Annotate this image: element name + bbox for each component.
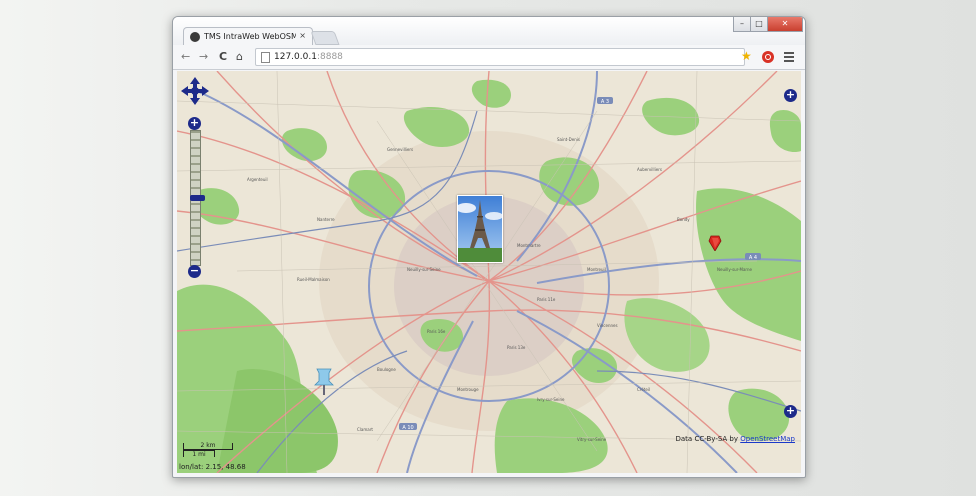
browser-window: TMS IntraWeb WebOSMap × – □ ✕ ← → C ⌂ 12… (172, 16, 806, 478)
forward-icon[interactable]: → (199, 49, 208, 65)
zoom-bar: + − (188, 117, 205, 278)
pan-control-icon[interactable] (181, 77, 209, 105)
road-shield-a4: A 4 (749, 255, 757, 261)
red-marker-icon[interactable] (708, 235, 722, 251)
new-tab-button[interactable] (310, 31, 340, 45)
menu-icon[interactable] (784, 50, 794, 64)
svg-text:Montmartre: Montmartre (517, 243, 541, 248)
url-port: :8888 (316, 52, 343, 62)
zoom-track[interactable] (190, 130, 205, 266)
road-shield-a10: A 10 (402, 425, 413, 431)
svg-text:Saint-Denis: Saint-Denis (557, 137, 580, 142)
back-icon[interactable]: ← (181, 49, 190, 65)
road-shield-a3: A 3 (601, 99, 609, 105)
pushpin-icon[interactable] (313, 365, 335, 395)
svg-text:Créteil: Créteil (637, 387, 650, 392)
url-host: 127.0.0.1 (274, 52, 317, 62)
reload-icon[interactable]: C (219, 49, 227, 65)
eiffel-tower-photo-marker[interactable] (457, 195, 503, 263)
svg-text:Boulogne: Boulogne (377, 367, 396, 372)
extension-icon[interactable] (762, 51, 774, 63)
svg-text:Neuilly-sur-Marne: Neuilly-sur-Marne (717, 267, 753, 272)
svg-text:Paris 11e: Paris 11e (537, 297, 556, 302)
title-bar: TMS IntraWeb WebOSMap × – □ ✕ (173, 17, 805, 46)
openstreetmap-link[interactable]: OpenStreetMap (740, 435, 795, 443)
svg-text:Neuilly-sur-Seine: Neuilly-sur-Seine (407, 267, 441, 272)
svg-text:Ivry-sur-Seine: Ivry-sur-Seine (537, 397, 565, 402)
svg-text:Vitry-sur-Seine: Vitry-sur-Seine (577, 437, 607, 442)
svg-text:Gennevilliers: Gennevilliers (387, 147, 413, 152)
browser-tab[interactable]: TMS IntraWeb WebOSMap × (183, 27, 313, 46)
page-icon (261, 52, 270, 63)
map-view[interactable]: GennevilliersSaint-Denis Paris 17eMontma… (177, 71, 801, 473)
mouse-position: lon/lat: 2.15, 48.68 (179, 463, 246, 471)
zoom-slider-handle[interactable] (190, 195, 205, 201)
tab-title: TMS IntraWeb WebOSMap (204, 32, 296, 41)
svg-text:Aubervilliers: Aubervilliers (637, 167, 662, 172)
map-tiles: GennevilliersSaint-Denis Paris 17eMontma… (177, 71, 801, 473)
overview-map-button[interactable]: + (784, 405, 797, 418)
address-bar[interactable]: 127.0.0.1:8888 (255, 48, 745, 66)
attribution-text: Data CC-By-SA by (675, 435, 741, 443)
url-text: 127.0.0.1:8888 (274, 49, 343, 65)
svg-text:Rueil-Malmaison: Rueil-Malmaison (297, 277, 330, 282)
home-icon[interactable]: ⌂ (236, 49, 243, 65)
map-attribution: Data CC-By-SA by OpenStreetMap (676, 435, 796, 443)
svg-text:Montreuil: Montreuil (587, 267, 606, 272)
svg-text:Paris 16e: Paris 16e (427, 329, 446, 334)
svg-text:Bondy: Bondy (677, 217, 690, 222)
tab-close-button[interactable]: × (299, 31, 306, 40)
bookmark-star-icon[interactable]: ★ (741, 49, 752, 63)
svg-text:Vincennes: Vincennes (597, 323, 618, 328)
browser-toolbar: ← → C ⌂ 127.0.0.1:8888 ★ (173, 45, 805, 70)
scale-line-bottom: 1 mi (183, 450, 215, 458)
svg-text:Clamart: Clamart (357, 427, 373, 432)
scale-line-top: 2 km (183, 443, 233, 450)
eiffel-tower-icon (458, 196, 502, 262)
scale-line: 2 km 1 mi (183, 441, 233, 461)
minimize-button[interactable]: – (733, 17, 751, 32)
svg-text:Argenteuil: Argenteuil (247, 177, 268, 182)
svg-text:Paris 13e: Paris 13e (507, 345, 526, 350)
zoom-out-button[interactable]: − (188, 265, 201, 278)
favicon-icon (190, 32, 200, 42)
maximize-button[interactable]: □ (750, 17, 768, 32)
zoom-in-button[interactable]: + (188, 117, 201, 130)
layer-switcher-button[interactable]: + (784, 89, 797, 102)
svg-text:Montrouge: Montrouge (457, 387, 479, 392)
svg-text:Nanterre: Nanterre (317, 217, 335, 222)
close-window-button[interactable]: ✕ (767, 17, 803, 32)
